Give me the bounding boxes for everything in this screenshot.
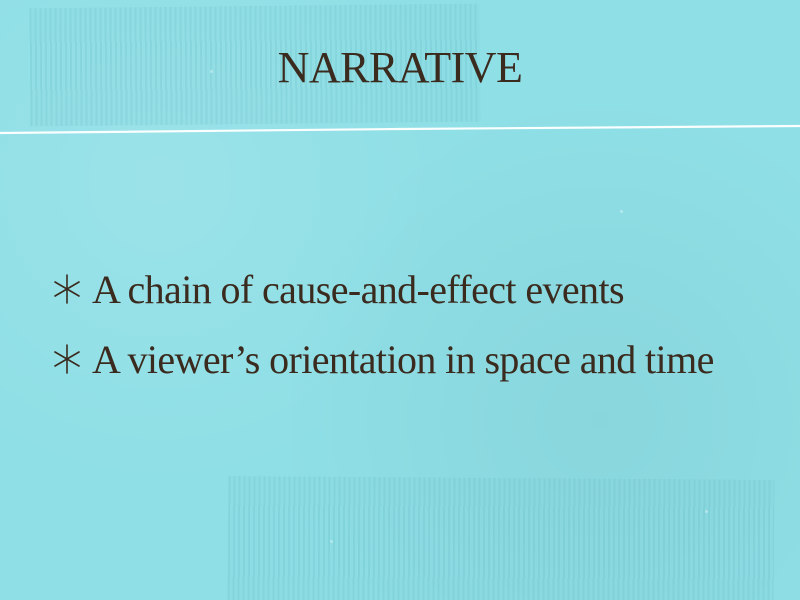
background-tape-bottom (227, 476, 775, 600)
background-speck (620, 210, 623, 213)
bullet-item: A viewer’s orientation in space and time (50, 328, 750, 392)
title-divider (0, 124, 800, 135)
bullet-text: A viewer’s orientation in space and time (92, 337, 714, 382)
bullet-item: A chain of cause-and-effect events (50, 258, 750, 322)
slide-title: NARRATIVE (277, 43, 523, 92)
asterisk-star-icon (54, 344, 80, 374)
slide: NARRATIVE A chain of cause-and-effect ev… (0, 0, 800, 600)
asterisk-star-icon (54, 274, 80, 304)
bullet-list: A chain of cause-and-effect events A vie… (50, 258, 750, 398)
background-speck (330, 540, 333, 543)
bullet-text: A chain of cause-and-effect events (92, 267, 625, 312)
background-speck (705, 510, 708, 513)
